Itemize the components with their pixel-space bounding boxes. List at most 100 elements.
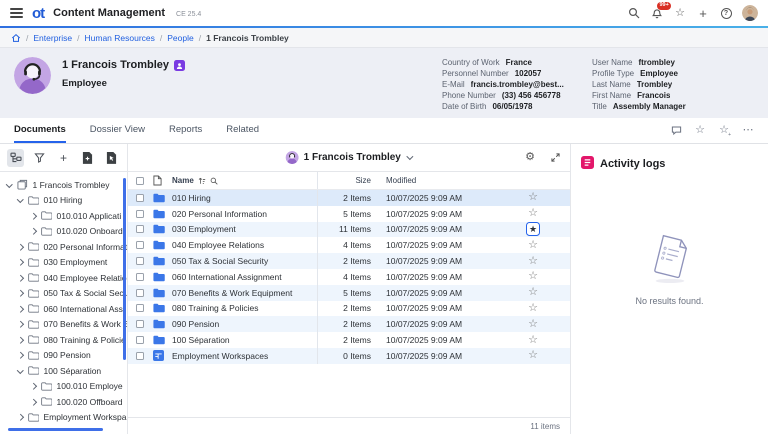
add-icon[interactable]: + [696,6,710,20]
tab-dossier-view[interactable]: Dossier View [90,118,145,143]
table-row[interactable]: 030 Employment11 Items10/07/2025 9:09 AM… [128,222,570,238]
tree-item[interactable]: 050 Tax & Social Secu [0,286,127,302]
row-checkbox[interactable] [136,210,144,218]
tree-item-root[interactable]: 1 Francois Trombley [0,177,127,193]
row-checkbox[interactable] [136,289,144,297]
tree-vertical-scrollbar[interactable] [123,178,126,360]
row-favorite-icon[interactable]: ☆ [528,335,538,346]
filter-icon[interactable] [31,149,48,167]
tree-item[interactable]: 010 Hiring [0,193,127,209]
tree-item[interactable]: 040 Employee Relation [0,270,127,286]
opentext-logo: ot [32,5,44,22]
select-all-checkbox[interactable] [136,177,144,185]
row-checkbox[interactable] [136,257,144,265]
tree-item[interactable]: 100.010 Employe [0,379,127,395]
table-row[interactable]: 040 Employee Relations4 Items10/07/2025 … [128,237,570,253]
tree-item[interactable]: 010.020 Onboardi [0,224,127,240]
table-row[interactable]: 060 International Assignment4 Items10/07… [128,269,570,285]
row-favorite-icon[interactable]: ☆ [528,319,538,330]
row-checkbox[interactable] [136,320,144,328]
folder-icon [153,272,172,282]
comments-icon[interactable] [670,125,682,137]
list-toolbar: 1 Francois Trombley ⚙ [128,144,570,172]
table-row[interactable]: 070 Benefits & Work Equipment5 Items10/0… [128,285,570,301]
folder-icon [153,193,172,203]
workspace-title: 1 Francois Trombley [304,152,401,163]
table-row[interactable]: 100 Séparation2 Items10/07/2025 9:09 AM☆ [128,332,570,348]
table-row[interactable]: Employment Workspaces0 Items10/07/2025 9… [128,348,570,364]
row-checkbox[interactable] [136,336,144,344]
tab-reports[interactable]: Reports [169,118,202,143]
tree-item[interactable]: 100.020 Offboard [0,394,127,410]
row-favorite-icon[interactable]: ☆ [528,350,538,361]
breadcrumb-human-resources[interactable]: Human Resources [85,33,155,43]
row-favorite-icon[interactable]: ☆ [528,208,538,219]
menu-icon[interactable] [10,8,23,18]
modified-column-header[interactable]: Modified [376,176,496,185]
empty-document-illustration [638,232,702,286]
empty-state: No results found. [581,172,758,426]
tree-view-toggle-icon[interactable] [7,149,24,167]
row-favorite-icon-active[interactable]: ★ [526,222,540,236]
tree-toolbar: + [0,144,127,172]
size-column-header[interactable]: Size [318,176,376,185]
tree-item[interactable]: 030 Employment [0,255,127,271]
tree-item[interactable]: 070 Benefits & Work E [0,317,127,333]
tree-item[interactable]: 060 International Assi [0,301,127,317]
tree-item[interactable]: 090 Pension [0,348,127,364]
workspace-type-icon [174,60,185,71]
help-icon[interactable]: ? [719,6,733,20]
profile-fields-left: Country of WorkFrance Personnel Number10… [442,57,592,112]
workspace-title-dropdown[interactable]: 1 Francois Trombley [286,151,413,164]
folder-icon [153,256,172,266]
table-row[interactable]: 090 Pension2 Items10/07/2025 9:09 AM☆ [128,316,570,332]
more-options-icon[interactable]: ⋯ [742,125,754,137]
row-checkbox[interactable] [136,241,144,249]
tree-item[interactable]: Employment Workspa [0,410,127,426]
tree-item[interactable]: 010.010 Applicati [0,208,127,224]
activity-panel-title: Activity logs [600,158,665,170]
user-avatar[interactable] [742,5,758,21]
expand-icon[interactable] [548,151,562,165]
search-icon[interactable] [627,6,641,20]
row-favorite-icon[interactable]: ☆ [528,256,538,267]
row-favorite-icon[interactable]: ☆ [528,303,538,314]
row-favorite-icon[interactable]: ☆ [528,240,538,251]
tab-related[interactable]: Related [226,118,259,143]
manage-favorites-icon[interactable]: ☆+ [718,125,730,137]
employee-role: Employee [62,78,185,89]
notifications-icon[interactable]: 99+ [650,6,664,20]
favorites-icon[interactable]: ☆ [673,6,687,20]
add-item-icon[interactable]: + [55,149,72,167]
breadcrumb-people[interactable]: People [167,33,193,43]
tab-documents[interactable]: Documents [14,118,66,143]
document-select-icon[interactable] [103,149,120,167]
row-checkbox[interactable] [136,352,144,360]
settings-icon[interactable]: ⚙ [523,151,537,165]
tree-horizontal-scrollbar[interactable] [8,428,103,432]
row-checkbox[interactable] [136,273,144,281]
type-column-icon[interactable] [153,175,172,186]
row-favorite-icon[interactable]: ☆ [528,192,538,203]
row-favorite-icon[interactable]: ☆ [528,287,538,298]
profile-header: 1 Francois Trombley Employee Country of … [0,48,768,118]
breadcrumb-enterprise[interactable]: Enterprise [33,33,72,43]
tree-item[interactable]: 080 Training & Policie [0,332,127,348]
row-checkbox[interactable] [136,225,144,233]
table-row[interactable]: 080 Training & Policies2 Items10/07/2025… [128,301,570,317]
row-checkbox[interactable] [136,304,144,312]
table-row[interactable]: 010 Hiring2 Items10/07/2025 9:09 AM☆ [128,190,570,206]
tree-item[interactable]: 020 Personal Informat [0,239,127,255]
favorite-icon[interactable]: ☆ [694,125,706,137]
table-row[interactable]: 050 Tax & Social Security2 Items10/07/20… [128,253,570,269]
folder-tree: 1 Francois Trombley 010 Hiring 010.010 A… [0,172,127,434]
app-title: Content Management [53,7,165,19]
tree-item[interactable]: 100 Séparation [0,363,127,379]
app-version: CE 25.4 [176,11,201,18]
name-column-header[interactable]: Name [172,172,318,189]
row-checkbox[interactable] [136,194,144,202]
home-icon[interactable] [10,32,21,43]
document-add-icon[interactable] [79,149,96,167]
table-row[interactable]: 020 Personal Information5 Items10/07/202… [128,206,570,222]
row-favorite-icon[interactable]: ☆ [528,271,538,282]
